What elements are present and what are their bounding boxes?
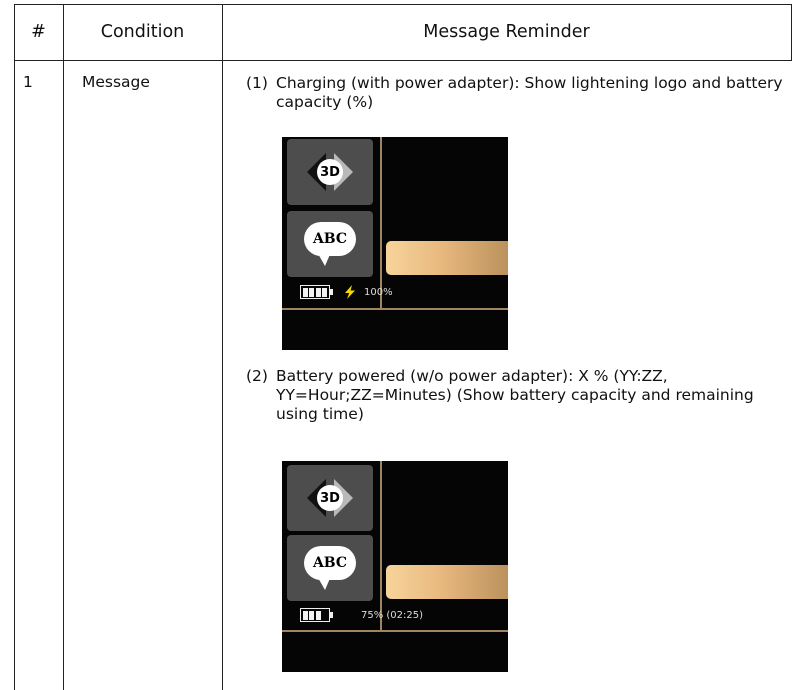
message-reminder-table: # Condition Message Reminder 1 Message (… <box>0 0 794 690</box>
table-divider-condition <box>222 4 224 690</box>
item-text: Charging (with power adapter): Show ligh… <box>276 74 783 111</box>
lightning-bolt-icon <box>345 285 355 299</box>
table-header-rule <box>14 60 792 62</box>
gold-highlight-bar <box>386 241 508 275</box>
header-condition: Condition <box>100 22 185 42</box>
row-condition: Message <box>82 73 150 91</box>
speech-bubble-icon: ABC <box>304 544 356 592</box>
bottom-rule <box>282 308 508 310</box>
battery-percent-time: 75% (02:25) <box>361 609 424 621</box>
3d-icon: 3D <box>307 153 353 191</box>
tile-abc: ABC <box>287 535 373 601</box>
battery-icon <box>300 608 333 622</box>
table-divider-number <box>63 4 65 690</box>
battery-icon <box>300 285 333 299</box>
panel-divider <box>380 461 382 631</box>
item-marker: (2) <box>246 367 268 385</box>
tile-3d: 3D <box>287 139 373 205</box>
header-number: # <box>31 22 46 42</box>
header-message-reminder: Message Reminder <box>423 22 590 42</box>
table-border-right <box>791 4 793 61</box>
row-number: 1 <box>23 73 33 91</box>
item-marker: (1) <box>246 74 268 92</box>
battery-status: 75% (02:25) <box>300 608 423 622</box>
tile-abc: ABC <box>287 211 373 277</box>
battery-percent: 100% <box>364 286 393 298</box>
item-text: Battery powered (w/o power adapter): X %… <box>276 367 754 423</box>
reminder-item-charging: (1) Charging (with power adapter): Show … <box>246 74 791 118</box>
charging-screen-preview: 3D ABC 100% <box>282 137 508 350</box>
bottom-rule <box>282 630 508 632</box>
gold-highlight-bar <box>386 565 508 599</box>
3d-icon: 3D <box>307 479 353 517</box>
speech-bubble-icon: ABC <box>304 220 356 268</box>
tile-3d: 3D <box>287 465 373 531</box>
reminder-item-battery: (2) Battery powered (w/o power adapter):… <box>246 367 791 431</box>
table-border-left <box>14 4 16 690</box>
battery-status: 100% <box>300 284 393 300</box>
battery-screen-preview: 3D ABC 75% (02:25) <box>282 461 508 672</box>
